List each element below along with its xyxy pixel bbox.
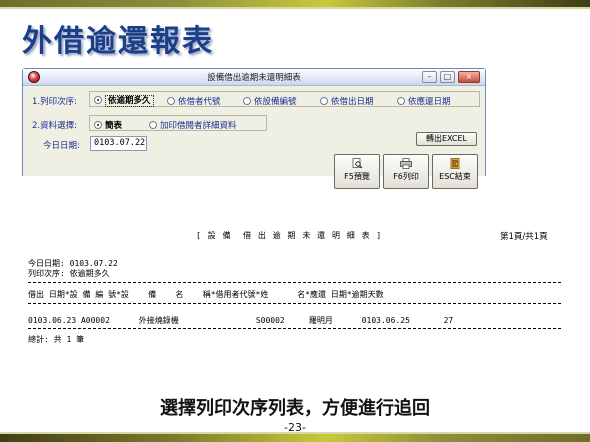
radio-order-borrower[interactable]: 依借者代號 xyxy=(167,95,221,107)
print-button-label: F6列印 xyxy=(393,172,419,181)
minimize-button[interactable]: – xyxy=(422,71,437,83)
window-title: 設備借出逾期未還明細表 xyxy=(207,73,301,83)
export-excel-button[interactable]: 轉出EXCEL xyxy=(416,132,477,146)
radio-dot xyxy=(397,97,405,105)
radio-data-detail[interactable]: 加印借閱者詳細資料 xyxy=(149,119,237,131)
radio-dot xyxy=(94,96,102,104)
top-decor-bar xyxy=(0,0,590,7)
today-date-field[interactable]: 0103.07.22 xyxy=(90,136,147,151)
print-order-label: 1.列印次序: xyxy=(32,97,77,107)
radio-dot xyxy=(149,121,157,129)
radio-dot xyxy=(243,97,251,105)
table-row: 0103.06.23 A00002 外接燒錄機 S00002 羅明月 0103.… xyxy=(28,316,454,325)
dialog-body: 1.列印次序: 依逾期多久 依借者代號 依設備編號 依借出日期 依應還日期 2.… xyxy=(23,86,485,189)
close-button[interactable]: × xyxy=(458,71,480,83)
radio-order-due-date[interactable]: 依應還日期 xyxy=(397,95,451,107)
bottom-decor-bar xyxy=(0,434,590,442)
report-rule-top xyxy=(28,282,561,283)
report-header-row: 借出 日期*設 備 編 號*設 備 名 稱*借用者代號*姓 名*應還 日期*逾期… xyxy=(28,290,384,299)
report-rule-header xyxy=(28,303,561,304)
radio-data-summary[interactable]: 簡表 xyxy=(94,119,122,131)
data-select-label: 2.資料選擇: xyxy=(32,121,77,131)
printer-icon xyxy=(400,158,412,169)
today-date-label: 今日日期: xyxy=(43,141,80,151)
maximize-button[interactable]: □ xyxy=(440,71,455,83)
preview-button[interactable]: F5預覽 xyxy=(334,154,380,189)
report-title: [ 設 備 借 出 逾 期 未 還 明 細 表 ] xyxy=(196,231,383,240)
report-page-indicator: 第1頁/共1頁 xyxy=(500,232,548,242)
radio-dot xyxy=(320,97,328,105)
radio-dot xyxy=(167,97,175,105)
door-exit-icon xyxy=(450,158,460,169)
magnifier-icon xyxy=(352,158,363,169)
radio-order-overdue[interactable]: 依逾期多久 xyxy=(94,94,154,107)
report-rule-bottom xyxy=(28,328,561,329)
slide-title: 外借逾還報表 xyxy=(22,24,214,59)
radio-order-borrow-date[interactable]: 依借出日期 xyxy=(320,95,374,107)
exit-button[interactable]: ESC結束 xyxy=(432,154,478,189)
report-order-line: 列印次序: 依逾期多久 xyxy=(28,269,110,278)
slide-caption: 選擇列印次序列表，方便進行追回 xyxy=(160,398,430,419)
report-total: 總計: 共 1 筆 xyxy=(28,335,85,344)
top-decor-line xyxy=(0,7,590,9)
radio-order-equipment[interactable]: 依設備編號 xyxy=(243,95,297,107)
print-button[interactable]: F6列印 xyxy=(383,154,429,189)
exit-button-label: ESC結束 xyxy=(439,172,471,181)
radio-dot xyxy=(94,121,102,129)
preview-button-label: F5預覽 xyxy=(344,172,370,181)
report-dialog: 設備借出逾期未還明細表 – □ × 1.列印次序: 依逾期多久 依借者代號 依設… xyxy=(22,68,486,189)
window-titlebar[interactable]: 設備借出逾期未還明細表 – □ × xyxy=(23,69,485,86)
